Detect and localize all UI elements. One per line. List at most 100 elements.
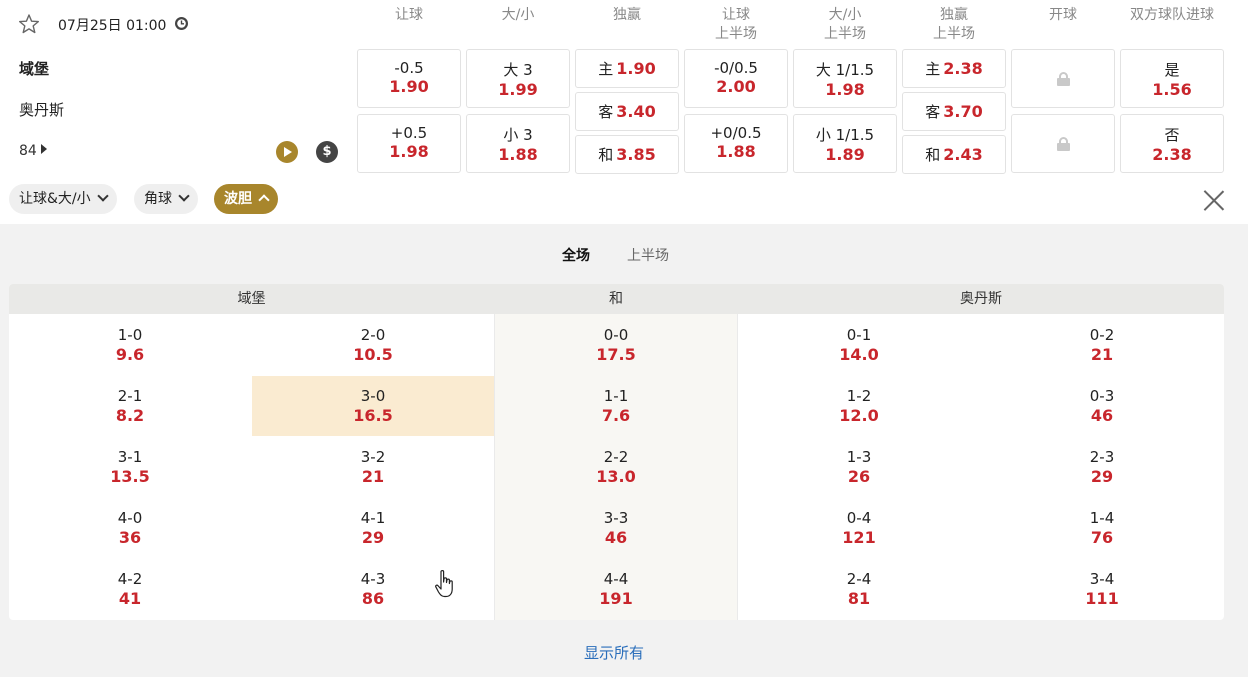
odds-cell-moneyline-1h-draw[interactable]: 和 2.43 — [902, 135, 1006, 174]
score-cell[interactable]: 3-1 13.5 — [9, 437, 251, 497]
score-odds: 21 — [1090, 345, 1114, 364]
odds-cell-handicap-1h-away[interactable]: +0/0.5 1.88 — [684, 114, 788, 173]
score-odds: 111 — [1085, 589, 1119, 608]
score-cell[interactable]: 2-2 13.0 — [495, 437, 737, 497]
odds-cell-under-1h[interactable]: 小 1/1.5 1.89 — [793, 114, 897, 173]
filter-label: 角球 — [144, 191, 172, 207]
odds-cell-moneyline-away[interactable]: 客 3.40 — [575, 92, 679, 131]
score-label: 3-1 — [117, 448, 143, 466]
score-label: 4-0 — [117, 509, 143, 527]
score-cell[interactable]: 1-4 76 — [981, 498, 1223, 558]
score-odds: 36 — [118, 528, 142, 547]
score-cell[interactable]: 0-2 21 — [981, 315, 1223, 375]
play-icon[interactable] — [276, 141, 298, 163]
star-icon[interactable] — [18, 13, 40, 35]
score-cell[interactable]: 3-2 21 — [252, 437, 494, 497]
score-odds: 29 — [1090, 467, 1114, 486]
odds-cell-moneyline-1h-home[interactable]: 主 2.38 — [902, 49, 1006, 88]
correct-score-table: 域堡 和 奥丹斯 1-0 9.6 2-1 8.2 3-1 13.5 4-0 36 4-2 41 2-… — [9, 284, 1224, 620]
col-header-moneyline-1h: 独赢 上半场 — [933, 7, 975, 42]
score-cell[interactable]: 4-1 29 — [252, 498, 494, 558]
score-cell[interactable]: 4-0 36 — [9, 498, 251, 558]
score-label: 3-0 — [360, 387, 386, 405]
score-odds: 13.5 — [110, 467, 150, 486]
score-cell[interactable]: 1-0 9.6 — [9, 315, 251, 375]
dollar-icon[interactable]: $ — [316, 141, 338, 163]
tab-full-time[interactable]: 全场 — [562, 245, 590, 265]
score-odds: 16.5 — [353, 406, 393, 425]
odds-cell-btts-yes[interactable]: 是 1.56 — [1120, 49, 1224, 108]
col-header-handicap: 让球 — [395, 7, 423, 23]
odds-cell-handicap-away[interactable]: +0.5 1.98 — [357, 114, 461, 173]
score-odds: 8.2 — [115, 406, 145, 425]
score-odds: 7.6 — [601, 406, 631, 425]
score-cell[interactable]: 0-1 14.0 — [738, 315, 980, 375]
score-cell[interactable]: 2-0 10.5 — [252, 315, 494, 375]
show-all-link[interactable]: 显示所有 — [584, 642, 644, 663]
score-label: 1-3 — [846, 448, 872, 466]
score-label: 1-1 — [603, 387, 629, 405]
score-cell[interactable]: 0-3 46 — [981, 376, 1223, 436]
score-label: 1-0 — [117, 326, 143, 344]
chevron-up-icon — [258, 194, 270, 206]
score-odds: 86 — [361, 589, 385, 608]
score-cell[interactable]: 4-3 86 — [252, 559, 494, 619]
score-odds: 26 — [847, 467, 871, 486]
score-cell[interactable]: 3-4 111 — [981, 559, 1223, 619]
lock-icon — [1057, 137, 1070, 151]
score-cell[interactable]: 2-3 29 — [981, 437, 1223, 497]
close-icon[interactable] — [1203, 189, 1225, 211]
match-minute[interactable]: 84 — [19, 143, 47, 159]
score-odds: 46 — [604, 528, 628, 547]
odds-cell-under[interactable]: 小 3 1.88 — [466, 114, 570, 173]
score-cell[interactable]: 1-3 26 — [738, 437, 980, 497]
odds-cell-over[interactable]: 大 3 1.99 — [466, 49, 570, 108]
col-header-overunder: 大/小 — [501, 7, 535, 23]
score-cell[interactable]: 4-4 191 — [495, 559, 737, 619]
score-label: 0-4 — [846, 509, 872, 527]
odds-cell-btts-no[interactable]: 否 2.38 — [1120, 114, 1224, 173]
score-cell[interactable]: 0-0 17.5 — [495, 315, 737, 375]
minute-value: 84 — [19, 143, 37, 159]
score-cell[interactable]: 1-2 12.0 — [738, 376, 980, 436]
tab-first-half[interactable]: 上半场 — [627, 245, 669, 265]
score-odds: 29 — [361, 528, 385, 547]
filter-correct-score[interactable]: 波胆 — [214, 184, 278, 214]
score-odds: 10.5 — [353, 345, 393, 364]
group-header-home: 域堡 — [237, 291, 266, 307]
score-cell[interactable]: 2-4 81 — [738, 559, 980, 619]
filter-label: 波胆 — [224, 191, 252, 207]
score-cell[interactable]: 3-0 16.5 — [252, 376, 494, 436]
odds-cell-handicap-home[interactable]: -0.5 1.90 — [357, 49, 461, 108]
score-label: 2-3 — [1089, 448, 1115, 466]
odds-cell-over-1h[interactable]: 大 1/1.5 1.98 — [793, 49, 897, 108]
filter-handicap-overunder[interactable]: 让球&大/小 — [9, 184, 117, 214]
hand-cursor-icon — [435, 570, 453, 598]
away-team-name: 奥丹斯 — [19, 101, 65, 119]
score-cell[interactable]: 4-2 41 — [9, 559, 251, 619]
score-odds: 14.0 — [839, 345, 879, 364]
odds-cell-moneyline-1h-away[interactable]: 客 3.70 — [902, 92, 1006, 131]
col-header-moneyline: 独赢 — [613, 7, 641, 23]
score-cell[interactable]: 3-3 46 — [495, 498, 737, 558]
match-datetime: 07月25日 01:00 — [58, 18, 167, 34]
score-label: 4-3 — [360, 570, 386, 588]
filter-corners[interactable]: 角球 — [134, 184, 198, 214]
score-odds: 12.0 — [839, 406, 879, 425]
odds-cell-handicap-1h-home[interactable]: -0/0.5 2.00 — [684, 49, 788, 108]
group-header-draw: 和 — [609, 291, 623, 307]
odds-cell-kickoff-locked — [1011, 114, 1115, 173]
col-header-kickoff: 开球 — [1049, 7, 1077, 23]
clock-icon — [175, 17, 188, 30]
score-odds: 121 — [842, 528, 876, 547]
score-cell[interactable]: 2-1 8.2 — [9, 376, 251, 436]
score-label: 2-0 — [360, 326, 386, 344]
score-label: 2-1 — [117, 387, 143, 405]
score-cell[interactable]: 0-4 121 — [738, 498, 980, 558]
odds-cell-moneyline-home[interactable]: 主 1.90 — [575, 49, 679, 88]
score-label: 4-1 — [360, 509, 386, 527]
score-odds: 76 — [1090, 528, 1114, 547]
home-team-name: 域堡 — [19, 60, 50, 78]
odds-cell-moneyline-draw[interactable]: 和 3.85 — [575, 135, 679, 174]
score-cell[interactable]: 1-1 7.6 — [495, 376, 737, 436]
